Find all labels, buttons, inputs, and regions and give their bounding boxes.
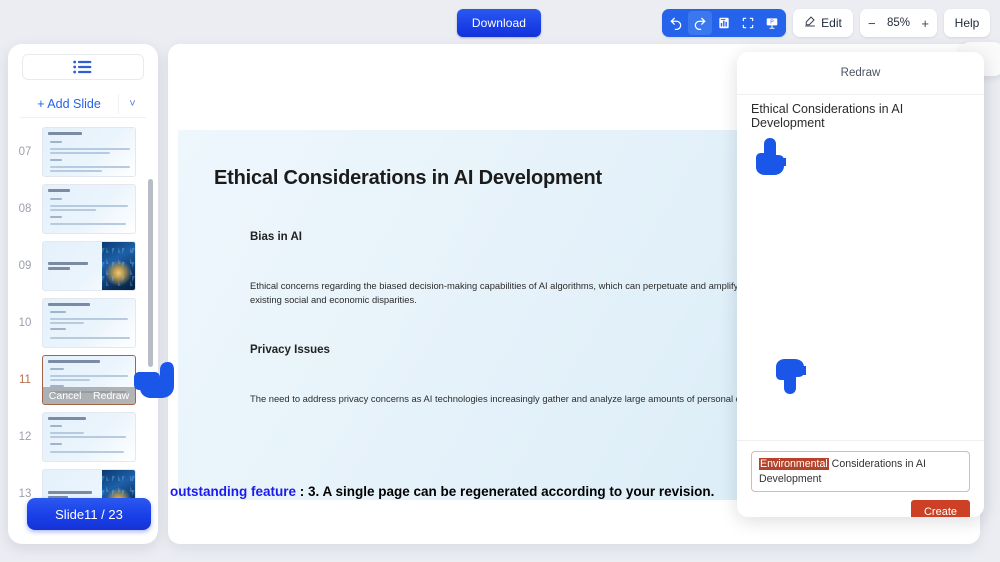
list-item[interactable]: 08	[8, 181, 158, 237]
pencil-icon	[804, 14, 816, 32]
redraw-subject-text: Ethical Considerations in AI Development	[751, 102, 904, 130]
redraw-panel: Redraw Ethical Considerations in AI Deve…	[737, 52, 984, 517]
add-slide-row: + Add Slide ˅	[20, 90, 146, 118]
slide-thumbnail[interactable]	[42, 127, 136, 177]
thumbnail-action-overlay: Cancel Redraw	[43, 387, 135, 404]
list-item-selected[interactable]: 11 Cancel Redraw	[8, 352, 158, 408]
slide-number: 12	[18, 431, 32, 443]
help-button[interactable]: Help	[944, 9, 990, 37]
slide-number: 07	[18, 146, 32, 158]
redraw-button[interactable]: Redraw	[93, 390, 129, 402]
present-icon[interactable]: P	[760, 11, 784, 35]
slide-number: 11	[19, 374, 31, 386]
annotation-caption: outstanding feature : 3. A single page c…	[170, 484, 714, 499]
caption-rest: : 3. A single page can be regenerated ac…	[296, 484, 715, 499]
list-item[interactable]: 12	[8, 409, 158, 465]
section-body-bias: Ethical concerns regarding the biased de…	[250, 280, 739, 305]
section-body-privacy: The need to address privacy concerns as …	[250, 393, 757, 404]
thumbnail-image	[102, 242, 135, 290]
fit-screen-icon[interactable]	[736, 11, 760, 35]
sidebar-scrollbar[interactable]	[148, 179, 153, 367]
list-item[interactable]: 07	[8, 124, 158, 180]
zoom-control: − 85% +	[860, 9, 937, 37]
app-root: Download P Edit − 85% + Help Ethical Con…	[0, 0, 1000, 562]
caption-highlight: outstanding feature	[170, 484, 297, 499]
slide-number: 10	[18, 317, 32, 329]
slide-thumbnail[interactable]	[42, 184, 136, 234]
create-button[interactable]: Create	[911, 500, 970, 517]
zoom-level-value: 85%	[886, 17, 911, 29]
slide-thumbnail[interactable]	[42, 412, 136, 462]
top-toolbar: Download P Edit − 85% + Help	[0, 0, 1000, 46]
list-view-icon[interactable]	[22, 54, 144, 80]
edit-label: Edit	[821, 16, 842, 30]
slide-thumbnail-list[interactable]: 07 08 09 10 11 Cancel Redraw 12 13	[8, 124, 158, 539]
svg-text:P: P	[770, 20, 774, 26]
slide-list-icon[interactable]	[712, 11, 736, 35]
chevron-down-icon[interactable]: ˅	[118, 93, 146, 114]
slide-thumbnail-selected[interactable]: Cancel Redraw	[42, 355, 136, 405]
section-heading-bias: Bias in AI	[250, 231, 302, 243]
cancel-button[interactable]: Cancel	[49, 390, 82, 402]
zoom-in-button[interactable]: +	[921, 17, 929, 30]
slide-thumbnail[interactable]	[42, 241, 136, 291]
section-heading-privacy: Privacy Issues	[250, 344, 330, 356]
slide-counter-button[interactable]: Slide11 / 23	[27, 498, 151, 530]
slide-number: 09	[18, 260, 32, 272]
divider	[737, 440, 984, 441]
redraw-prompt-input[interactable]: Environmental Considerations in AI Devel…	[751, 451, 970, 492]
list-item[interactable]: 10	[8, 295, 158, 351]
slides-sidebar: + Add Slide ˅ 07 08 09 10 11 Cancel Redr…	[8, 44, 158, 544]
help-label: Help	[954, 16, 980, 30]
edit-button[interactable]: Edit	[793, 9, 853, 37]
prompt-selected-text: Environmental	[759, 458, 829, 470]
zoom-out-button[interactable]: −	[868, 17, 876, 30]
slide-thumbnail[interactable]	[42, 298, 136, 348]
slide-title: Ethical Considerations in AI Development	[214, 167, 602, 189]
slide-number: 08	[18, 203, 32, 215]
list-item[interactable]: 09	[8, 238, 158, 294]
redraw-panel-title: Redraw	[737, 52, 984, 95]
history-view-icon-group: P	[662, 9, 786, 37]
redo-icon[interactable]	[688, 11, 712, 35]
undo-icon[interactable]	[664, 11, 688, 35]
download-button[interactable]: Download	[457, 9, 541, 37]
add-slide-button[interactable]: + Add Slide	[20, 97, 118, 111]
